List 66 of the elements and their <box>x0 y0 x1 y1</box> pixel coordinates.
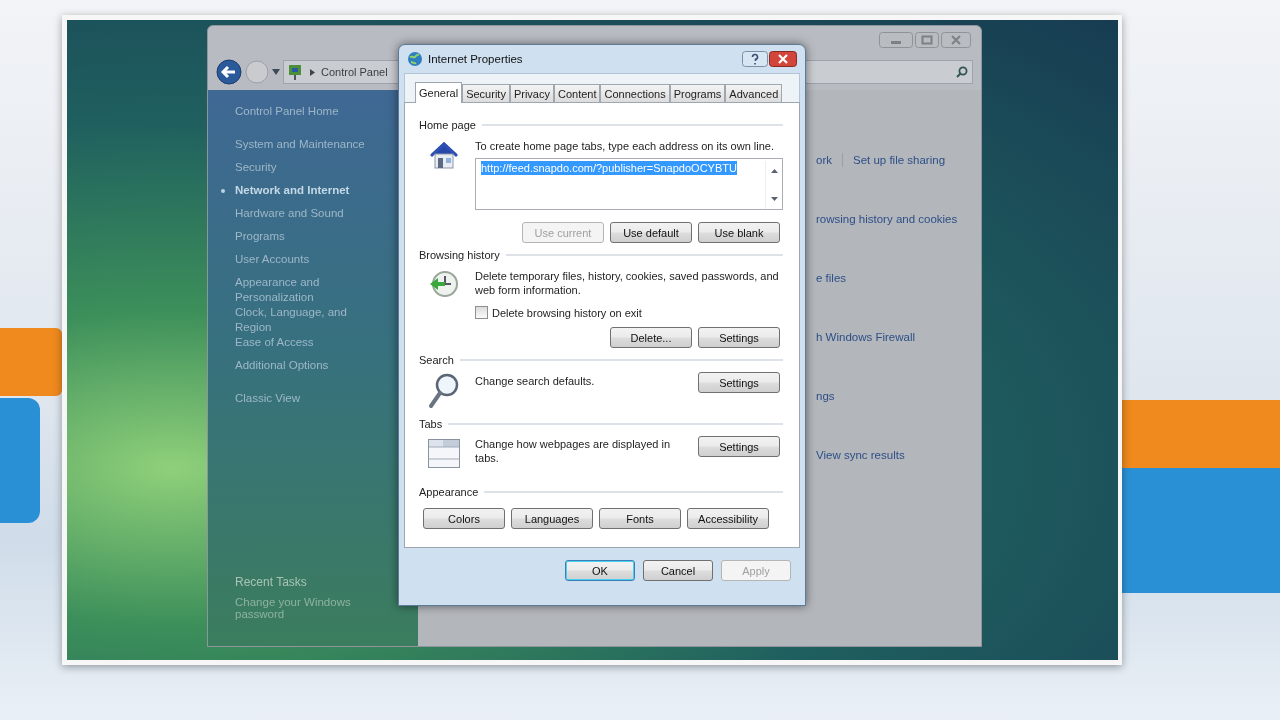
caret-icon[interactable] <box>272 69 280 75</box>
section-heading: Browsing history <box>419 249 500 261</box>
sidebar-link[interactable]: Classic View <box>235 391 300 406</box>
push-button[interactable]: Use default <box>610 222 692 243</box>
checkbox[interactable] <box>475 306 488 319</box>
sidebar-link[interactable]: User Accounts <box>235 252 310 267</box>
tab[interactable]: Privacy <box>509 84 554 102</box>
window-title: Internet Properties <box>428 53 524 65</box>
tabs-window-icon <box>427 436 461 470</box>
sidebar-link[interactable]: Security <box>235 160 277 175</box>
sidebar-link[interactable]: Control Panel Home <box>235 104 339 119</box>
help-button[interactable] <box>742 51 768 67</box>
push-button[interactable]: Settings <box>698 372 780 393</box>
search-icon <box>956 66 968 78</box>
task-link[interactable]: ngs <box>816 389 835 402</box>
sidebar-link[interactable]: Additional Options <box>235 358 329 373</box>
task-link[interactable]: Set up file sharing <box>853 153 946 166</box>
description-text: Change search defaults. <box>475 374 596 388</box>
task-link[interactable]: View sync results <box>816 448 905 461</box>
tab[interactable]: General <box>415 82 463 103</box>
scroll-down-icon[interactable] <box>770 197 778 201</box>
push-button[interactable]: OK <box>565 560 635 581</box>
description-text: Change how webpages are displayed in tabs. <box>475 437 672 465</box>
description-text: To create home page tabs, type each address on its own line. <box>475 139 775 153</box>
push-button[interactable]: Settings <box>698 327 780 348</box>
breadcrumb-link[interactable]: Control Panel <box>321 66 388 78</box>
sidebar-link[interactable]: System and Maintenance <box>235 137 365 152</box>
push-button[interactable]: Accessibility <box>687 508 769 529</box>
task-link[interactable]: e files <box>816 271 847 284</box>
tab[interactable]: Programs <box>669 84 726 102</box>
section-heading: Appearance <box>419 486 479 498</box>
control-panel-icon <box>288 63 304 81</box>
task-link[interactable]: h Windows Firewall <box>816 330 916 343</box>
task-link[interactable]: rowsing history and cookies <box>816 212 958 225</box>
push-button[interactable]: Fonts <box>599 508 681 529</box>
section-heading: Search <box>419 354 454 366</box>
close-button[interactable] <box>769 51 797 67</box>
globe-icon <box>407 51 423 67</box>
magnifier-icon <box>427 372 461 410</box>
sidebar-link[interactable]: Appearance and Personalization <box>235 275 385 305</box>
section-heading: Tabs <box>419 418 443 430</box>
push-button[interactable]: Languages <box>511 508 593 529</box>
section-title: Recent Tasks <box>235 575 308 589</box>
tab[interactable]: Connections <box>600 84 670 102</box>
sidebar-link[interactable]: Clock, Language, and Region <box>235 305 385 335</box>
push-button[interactable]: Use blank <box>698 222 780 243</box>
chevron-icon <box>310 68 315 76</box>
section-heading: Home page <box>419 119 476 131</box>
task-link[interactable]: Change your Windows password <box>235 596 375 620</box>
background-shape <box>0 328 62 396</box>
home-page-field[interactable]: http://feed.snapdo.com/?publisher=SnapdoOCYBTU <box>475 158 783 210</box>
sidebar-link[interactable]: Programs <box>235 229 285 244</box>
push-button[interactable]: Colors <box>423 508 505 529</box>
description-text: Delete temporary files, history, cookies, saved passwords, and web form information. <box>475 269 780 297</box>
sidebar-link[interactable]: Hardware and Sound <box>235 206 344 221</box>
tab[interactable]: Security <box>462 84 510 102</box>
push-button[interactable]: Delete... <box>610 327 692 348</box>
sidebar-link[interactable]: Network and Internet <box>235 183 350 198</box>
tab[interactable]: Content <box>553 84 601 102</box>
scroll-up-icon[interactable] <box>770 169 778 173</box>
push-button[interactable]: Cancel <box>643 560 713 581</box>
sidebar-link[interactable]: Ease of Access <box>235 335 314 350</box>
checkbox-label: Delete browsing history on exit <box>492 306 642 319</box>
tab[interactable]: Advanced <box>725 84 783 102</box>
push-button[interactable]: Settings <box>698 436 780 457</box>
task-link[interactable]: ork <box>816 153 832 166</box>
